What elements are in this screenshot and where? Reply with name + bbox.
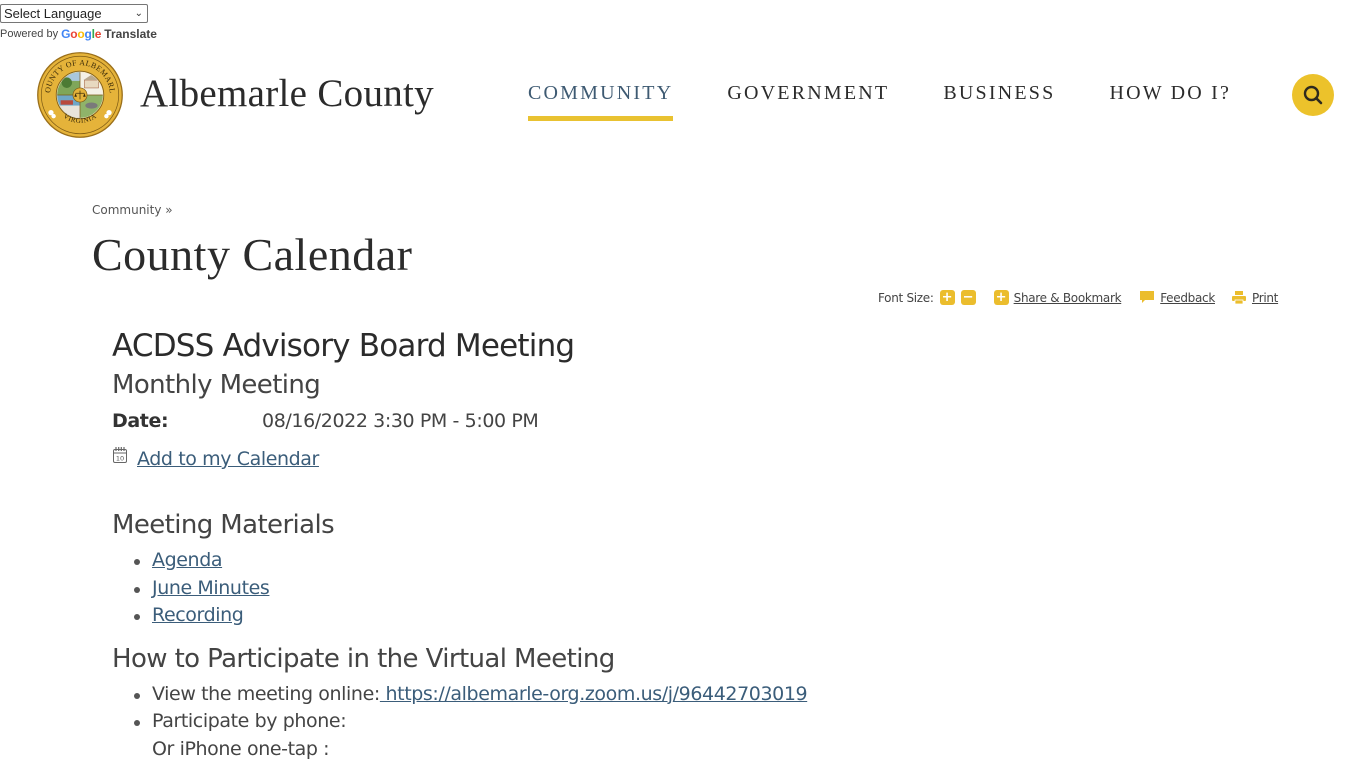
google-logo-letter: o (77, 27, 85, 41)
iphone-one-tap-text: Or iPhone one-tap : (152, 737, 330, 760)
event-title: ACDSS Advisory Board Meeting (112, 328, 575, 364)
breadcrumb-separator: » (165, 203, 173, 217)
zoom-meeting-link[interactable]: https://albemarle-org.zoom.us/j/96442703… (380, 683, 808, 705)
participate-heading: How to Participate in the Virtual Meetin… (112, 643, 615, 674)
list-item: Participate by phone: (132, 708, 1012, 736)
date-label: Date: (112, 410, 169, 432)
agenda-link[interactable]: Agenda (152, 549, 222, 571)
font-decrease-button[interactable]: − (960, 290, 976, 305)
nav-business[interactable]: BUSINESS (943, 82, 1055, 105)
materials-list: Agenda June Minutes Recording (132, 547, 1012, 630)
google-translate-link[interactable]: Translate (104, 27, 157, 41)
font-size-label: Font Size: (878, 290, 934, 305)
language-select[interactable]: Select Language ⌄ (0, 4, 148, 23)
breadcrumb-community[interactable]: Community (92, 203, 161, 217)
list-item: View the meeting online: https://albemar… (132, 681, 1012, 709)
home-logo-link[interactable]: COUNTY OF ALBEMARLE VIRGINIA Albemarle C… (36, 51, 434, 139)
google-logo-letter: G (61, 27, 71, 41)
event-date-row: Date: 08/16/2022 3:30 PM - 5:00 PM (112, 408, 1012, 434)
share-plus-icon: + (993, 290, 1009, 305)
google-translate-widget: Select Language ⌄ Powered by Google Tran… (0, 4, 157, 41)
nav-community[interactable]: COMMUNITY (528, 82, 674, 121)
add-calendar-row: 10 Add to my Calendar (112, 447, 1012, 470)
google-logo-letter: g (84, 27, 92, 41)
county-seal-icon: COUNTY OF ALBEMARLE VIRGINIA (36, 51, 123, 138)
list-item: Agenda (132, 547, 1012, 575)
search-button[interactable] (1292, 74, 1334, 116)
participate-list: View the meeting online: https://albemar… (132, 681, 1012, 736)
powered-by-google: Powered by Google Translate (0, 27, 157, 41)
feedback-icon (1139, 290, 1155, 305)
view-online-label: View the meeting online: (152, 682, 380, 705)
main-nav: COMMUNITY GOVERNMENT BUSINESS HOW DO I? (528, 82, 1285, 121)
search-icon (1303, 85, 1323, 105)
june-minutes-link[interactable]: June Minutes (152, 577, 270, 599)
google-logo: Google (61, 27, 101, 41)
font-increase-button[interactable]: + (939, 290, 955, 305)
language-select-value: Select Language (4, 6, 102, 21)
page-tools: Font Size: + − + Share & Bookmark Feedba… (878, 290, 1278, 305)
event-content: ACDSS Advisory Board Meeting Monthly Mee… (112, 326, 1012, 763)
nav-government[interactable]: GOVERNMENT (727, 82, 889, 105)
nav-how-do-i[interactable]: HOW DO I? (1109, 82, 1231, 105)
share-bookmark-link[interactable]: Share & Bookmark (1014, 291, 1122, 305)
phone-label: Participate by phone: (152, 710, 347, 732)
list-item: June Minutes (132, 575, 1012, 603)
add-to-calendar-link[interactable]: Add to my Calendar (137, 448, 319, 470)
date-value: 08/16/2022 3:30 PM - 5:00 PM (262, 410, 539, 432)
meeting-materials-heading: Meeting Materials (112, 510, 335, 540)
site-name: Albemarle County (140, 71, 434, 115)
calendar-icon-day: 10 (116, 455, 124, 463)
event-subtitle: Monthly Meeting (112, 370, 321, 400)
google-logo-letter: e (94, 27, 102, 41)
chevron-down-icon: ⌄ (134, 8, 143, 19)
calendar-icon: 10 (113, 447, 127, 463)
page-title: County Calendar (92, 229, 413, 280)
breadcrumb: Community » (92, 203, 173, 217)
print-icon (1231, 290, 1247, 305)
print-link[interactable]: Print (1252, 291, 1278, 305)
recording-link[interactable]: Recording (152, 604, 244, 626)
list-item: Recording (132, 602, 1012, 630)
feedback-link[interactable]: Feedback (1160, 291, 1215, 305)
powered-by-label: Powered by (0, 28, 59, 40)
